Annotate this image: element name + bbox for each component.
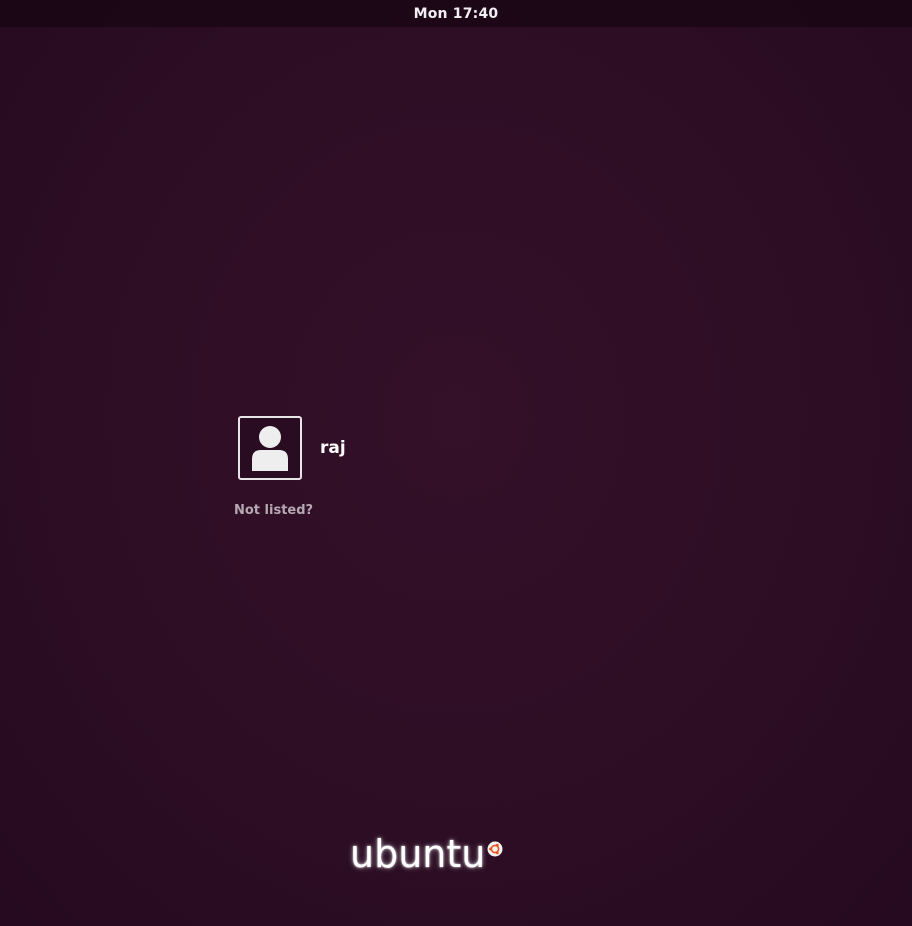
logo-text: ubuntu bbox=[350, 832, 486, 876]
ubuntu-logo: ubuntu bbox=[350, 835, 503, 873]
user-avatar-icon bbox=[252, 426, 288, 471]
top-bar: Mon 17:40 bbox=[0, 0, 912, 27]
clock[interactable]: Mon 17:40 bbox=[414, 6, 499, 22]
not-listed-link[interactable]: Not listed? bbox=[234, 503, 313, 518]
circle-of-friends-icon bbox=[487, 841, 503, 857]
username-label[interactable]: raj bbox=[320, 438, 346, 458]
user-avatar[interactable] bbox=[238, 416, 302, 480]
user-list-item-raj[interactable]: raj bbox=[238, 416, 346, 480]
